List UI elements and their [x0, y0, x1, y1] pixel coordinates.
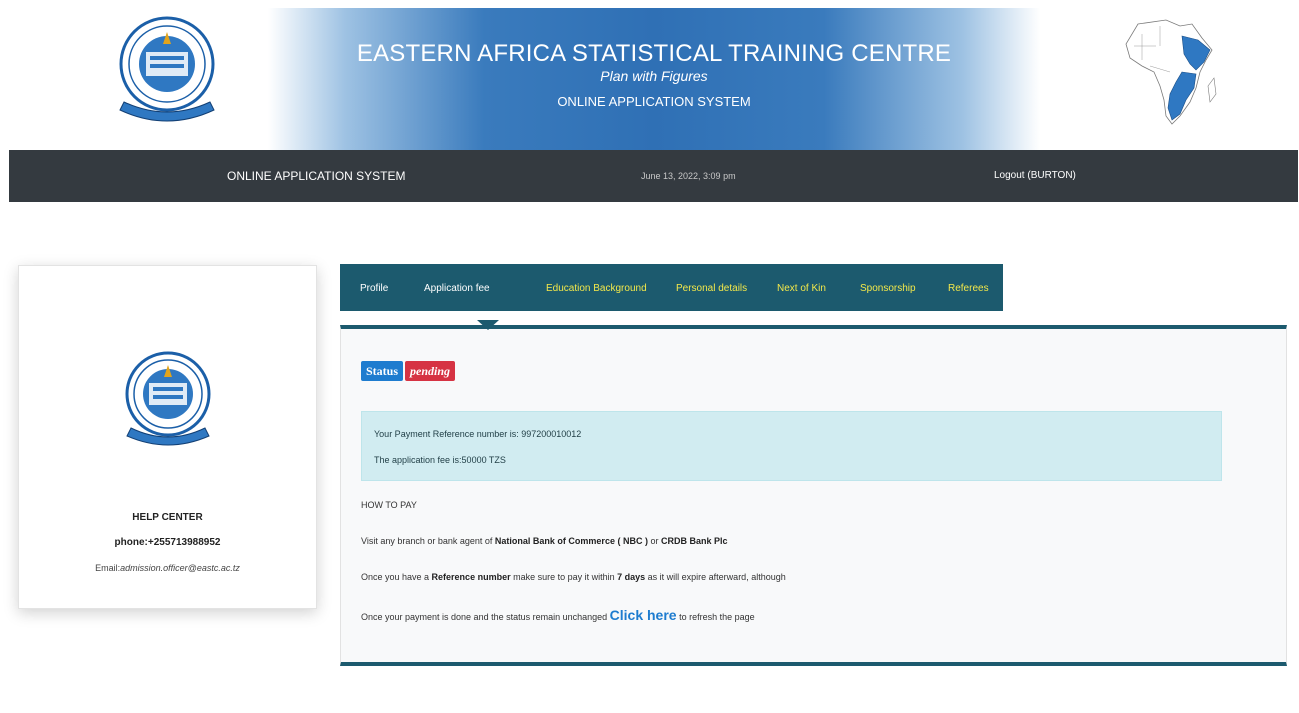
- once-prefix: Once you have a: [361, 572, 432, 582]
- click-here-refresh-link[interactable]: Click here: [610, 607, 677, 623]
- africa-map-icon: [1125, 19, 1217, 125]
- navbar-brand-link[interactable]: ONLINE APPLICATION SYSTEM: [227, 169, 406, 183]
- tab-personal-details[interactable]: Personal details: [676, 283, 747, 294]
- how-to-pay-heading: HOW TO PAY: [361, 500, 417, 510]
- refresh-instruction: Once your payment is done and the status…: [361, 607, 755, 623]
- top-navbar: ONLINE APPLICATION SYSTEM June 13, 2022,…: [9, 150, 1298, 202]
- visit-prefix: Visit any branch or bank agent of: [361, 536, 495, 546]
- once-suffix: as it will expire afterward, although: [645, 572, 786, 582]
- eastc-logo: [119, 16, 215, 122]
- eastc-logo: [125, 351, 211, 446]
- current-datetime: June 13, 2022, 3:09 pm: [641, 171, 736, 181]
- once-mid: make sure to pay it within: [510, 572, 618, 582]
- reference-number-emphasis: Reference number: [431, 572, 511, 582]
- tab-profile[interactable]: Profile: [360, 283, 388, 294]
- status-label-badge: Status: [361, 361, 404, 381]
- application-fee-text: The application fee is:50000 TZS: [374, 455, 506, 465]
- help-email-label: Email:: [95, 563, 121, 573]
- done-prefix: Once your payment is done and the status…: [361, 612, 610, 622]
- status-pending-badge: pending: [405, 361, 456, 381]
- active-tab-indicator: [477, 320, 499, 330]
- help-phone: phone:+255713988952: [114, 537, 221, 548]
- help-center-card: HELP CENTER phone:+255713988952 Email:ad…: [18, 265, 317, 609]
- application-tabs: Profile Application fee Education Backgr…: [340, 264, 1003, 311]
- payment-info-alert: Your Payment Reference number is: 997200…: [361, 411, 1222, 481]
- help-email-address[interactable]: admission.officer@eastc.ac.tz: [120, 563, 240, 573]
- site-banner: EASTERN AFRICA STATISTICAL TRAINING CENT…: [0, 0, 1299, 150]
- status-row: Status pending: [361, 361, 456, 381]
- logout-link[interactable]: Logout (BURTON): [994, 170, 1076, 181]
- bank-crdb: CRDB Bank Plc: [660, 536, 728, 546]
- tab-next-of-kin[interactable]: Next of Kin: [777, 283, 826, 294]
- banner-title: EASTERN AFRICA STATISTICAL TRAINING CENT…: [356, 40, 952, 67]
- tab-referees[interactable]: Referees: [948, 283, 989, 294]
- payment-deadline-instruction: Once you have a Reference number make su…: [361, 572, 786, 582]
- visit-or: or: [647, 536, 661, 546]
- done-suffix: to refresh the page: [676, 612, 755, 622]
- payment-reference-text: Your Payment Reference number is: 997200…: [374, 429, 582, 439]
- banner-slogan: Plan with Figures: [600, 68, 708, 84]
- banner-title-block: EASTERN AFRICA STATISTICAL TRAINING CENT…: [268, 8, 1040, 150]
- banner-subtitle: ONLINE APPLICATION SYSTEM: [557, 94, 751, 109]
- visit-bank-instruction: Visit any branch or bank agent of Nation…: [361, 536, 727, 546]
- tab-application-fee[interactable]: Application fee: [424, 283, 490, 294]
- application-fee-panel: Status pending Your Payment Reference num…: [340, 325, 1287, 666]
- tab-education-background[interactable]: Education Background: [546, 283, 647, 294]
- bank-nbc: National Bank of Commerce ( NBC ): [494, 536, 648, 546]
- help-center-title: HELP CENTER: [132, 512, 203, 523]
- help-email: Email:admission.officer@eastc.ac.tz: [19, 563, 316, 573]
- tab-sponsorship[interactable]: Sponsorship: [860, 283, 916, 294]
- seven-days-emphasis: 7 days: [617, 572, 646, 582]
